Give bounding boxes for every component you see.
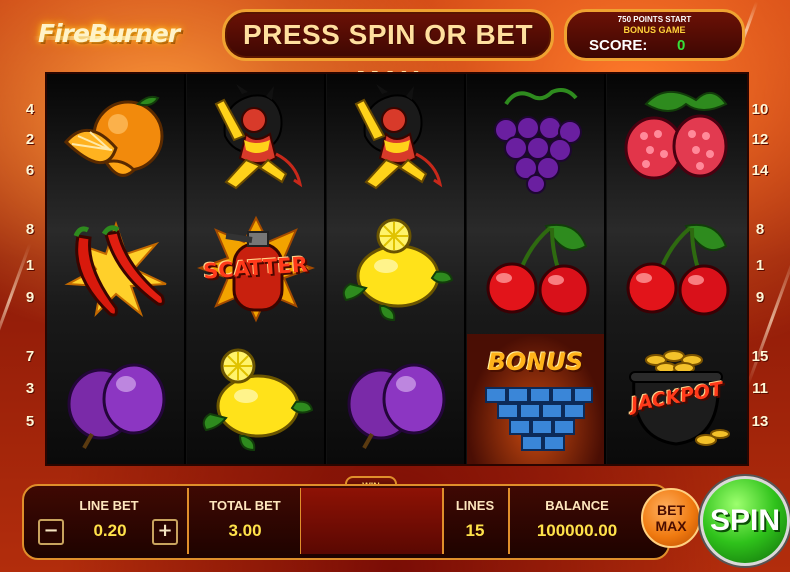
reel-2: SCATTER bbox=[187, 74, 326, 464]
devil-girl-icon bbox=[354, 84, 442, 190]
spin-button[interactable]: SPIN bbox=[700, 476, 790, 566]
lines-label: LINES bbox=[455, 498, 495, 513]
payline-number[interactable]: 1 bbox=[750, 257, 770, 274]
cherries-symbol bbox=[607, 204, 744, 334]
bonus-threshold-text: 750 POINTS START bbox=[617, 15, 692, 24]
score-panel: 750 POINTS START BONUS GAME SCORE: 0 bbox=[564, 9, 745, 61]
raspberries-symbol bbox=[607, 74, 744, 204]
reel-4: BONUS bbox=[467, 74, 606, 464]
balance-value: 100000.00 bbox=[536, 521, 618, 540]
payline-number[interactable]: 15 bbox=[750, 348, 770, 365]
control-panel: LINE BET − 0.20 + TOTAL BET 3.00 LINES 1… bbox=[22, 484, 670, 560]
total-bet-value: 3.00 bbox=[228, 521, 262, 540]
line-bet-label: LINE BET bbox=[79, 498, 139, 513]
devil-girl-symbol bbox=[187, 74, 324, 204]
bonus-label: BONUS bbox=[487, 348, 584, 376]
chili-peppers-symbol bbox=[47, 204, 184, 334]
bet-max-line1: BET bbox=[657, 502, 685, 518]
logo-streak bbox=[32, 36, 182, 40]
payline-number[interactable]: 2 bbox=[20, 131, 40, 148]
line-bet-value: 0.20 bbox=[93, 521, 127, 540]
devil-girl-icon bbox=[214, 84, 302, 190]
orange-icon bbox=[63, 95, 163, 177]
payline-number[interactable]: 13 bbox=[750, 413, 770, 430]
reel-3 bbox=[327, 74, 466, 464]
orange-symbol bbox=[47, 74, 184, 204]
balance-label: BALANCE bbox=[545, 498, 609, 513]
payline-number[interactable]: 4 bbox=[20, 101, 40, 118]
payline-number[interactable]: 12 bbox=[750, 131, 770, 148]
total-bet-label: TOTAL BET bbox=[209, 498, 281, 513]
cherries-icon bbox=[486, 224, 589, 316]
reel-area: SCATTER BONUS JACKPOT bbox=[45, 72, 749, 466]
reel-5: JACKPOT bbox=[607, 74, 747, 464]
payline-number[interactable]: 1 bbox=[20, 257, 40, 274]
scatter-symbol: SCATTER bbox=[187, 204, 324, 334]
payline-number[interactable]: 8 bbox=[750, 221, 770, 238]
bet-max-line2: MAX bbox=[655, 518, 687, 534]
payline-number[interactable]: 14 bbox=[750, 162, 770, 179]
reel-1 bbox=[47, 74, 186, 464]
payline-number[interactable]: 3 bbox=[20, 380, 40, 397]
payline-number[interactable]: 5 bbox=[20, 413, 40, 430]
bonus-game-text: BONUS GAME bbox=[623, 25, 686, 35]
line-bet-minus-button[interactable]: − bbox=[38, 519, 64, 545]
payline-number[interactable]: 6 bbox=[20, 162, 40, 179]
chili-peppers-icon bbox=[63, 220, 166, 317]
plum-symbol bbox=[47, 334, 184, 464]
payline-number[interactable]: 9 bbox=[750, 289, 770, 306]
payline-number[interactable]: 11 bbox=[750, 380, 770, 397]
plum-icon bbox=[347, 363, 445, 449]
devil-girl-symbol bbox=[327, 74, 464, 204]
plum-symbol bbox=[327, 334, 464, 464]
bonus-symbol: BONUS bbox=[467, 334, 604, 464]
headline-banner: PRESS SPIN OR BET MAX bbox=[222, 9, 554, 96]
payline-number[interactable]: 7 bbox=[20, 348, 40, 365]
divider bbox=[187, 488, 189, 554]
lemon-symbol bbox=[187, 334, 324, 464]
bet-max-button[interactable]: BET MAX bbox=[641, 488, 701, 548]
score-value: 0 bbox=[677, 37, 686, 54]
lemon-icon bbox=[342, 218, 453, 322]
lemon-icon bbox=[202, 348, 313, 452]
lemon-symbol bbox=[327, 204, 464, 334]
win-display bbox=[301, 488, 442, 554]
score-label: SCORE: bbox=[589, 37, 648, 54]
payline-number[interactable]: 9 bbox=[20, 289, 40, 306]
raspberries-icon bbox=[624, 91, 727, 180]
lines-value[interactable]: 15 bbox=[444, 521, 506, 541]
grapes-icon bbox=[493, 88, 582, 194]
line-bet-plus-button[interactable]: + bbox=[152, 519, 178, 545]
game-logo: FireBurner bbox=[38, 19, 180, 48]
jackpot-symbol: JACKPOT bbox=[607, 334, 744, 464]
grapes-symbol bbox=[467, 74, 604, 204]
cherries-symbol bbox=[467, 204, 604, 334]
payline-number[interactable]: 10 bbox=[750, 101, 770, 118]
cherries-icon bbox=[626, 224, 729, 316]
payline-number[interactable]: 8 bbox=[20, 221, 40, 238]
plum-icon bbox=[67, 363, 165, 449]
